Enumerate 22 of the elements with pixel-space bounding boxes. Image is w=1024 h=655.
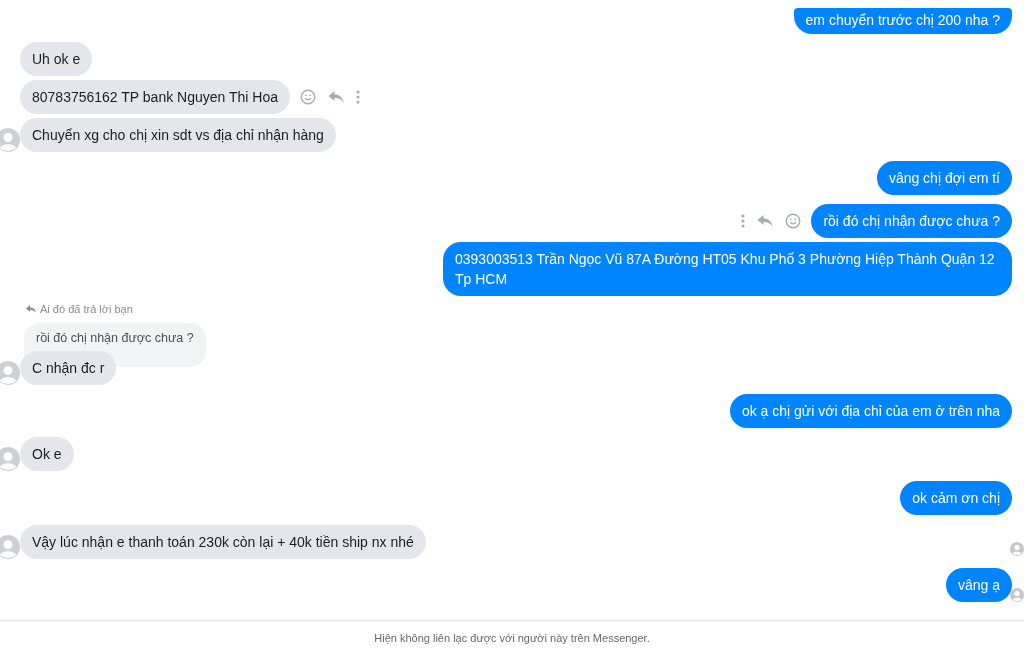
reply-label: Ai đó đã trả lời bạn [40, 303, 133, 315]
message-bubble: C nhận đc r [20, 351, 117, 385]
message-bubble: Ok e [20, 437, 74, 471]
message-bubble: 80783756162 TP bank Nguyen Thi Hoa [20, 80, 290, 114]
reply-icon [26, 305, 36, 313]
message-bubble: 0393003513 Trần Ngọc Vũ 87A Đường HT05 Khu Phố 3 Phường Hiệp Thành Quận 12 Tp HCM [443, 242, 1012, 296]
message-bubble: Uh ok e [20, 42, 93, 76]
message-bubble: Chuyển xg cho chị xin sdt vs địa chỉ nhận hàng [20, 118, 336, 152]
emoji-icon[interactable] [785, 213, 802, 229]
message-bubble: ok cảm ơn chị [900, 481, 1012, 515]
reply-icon[interactable] [757, 214, 774, 228]
message-bubble: Vậy lúc nhận e thanh toán 230k còn lại + 40k tiền ship nx nhé [20, 525, 426, 559]
message-bubble: vâng ạ [945, 568, 1012, 602]
unavailable-notice: Hiện không liên lạc được với người này trên Messenger. [374, 632, 650, 644]
reply-icon[interactable] [328, 90, 344, 104]
emoji-icon[interactable] [300, 89, 316, 105]
message-bubble: rồi đó chị nhận được chưa ? [811, 204, 1012, 238]
message-bubble: ok ạ chị gửi với địa chỉ của em ở trên nha [729, 394, 1012, 428]
message-bubble: em chuyển trước chị 200 nha ? [793, 8, 1012, 34]
more-icon[interactable] [356, 90, 360, 104]
message-bubble: vâng chị đợi em tí [876, 161, 1012, 195]
more-icon[interactable] [741, 214, 746, 228]
